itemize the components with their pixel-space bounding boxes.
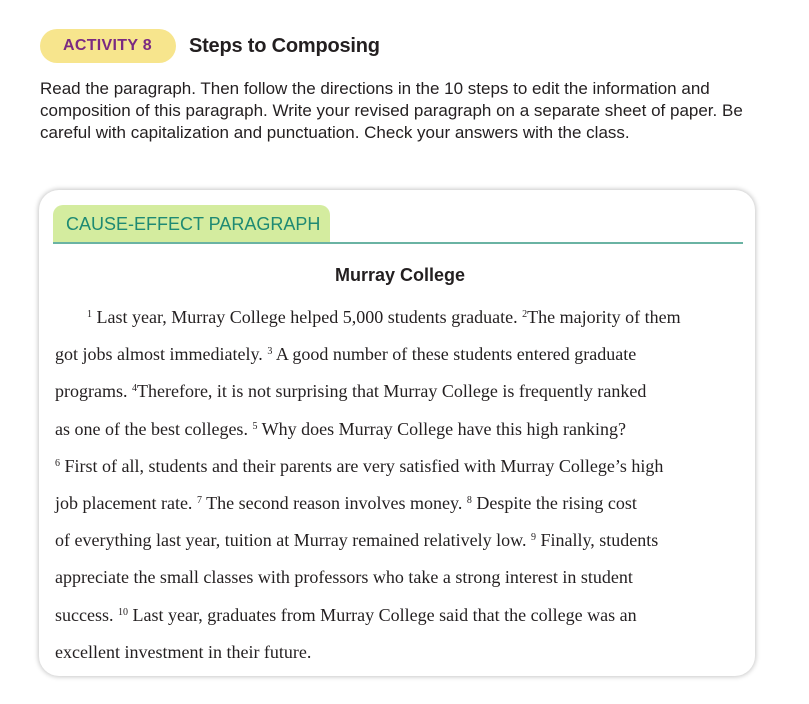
instructions-text: Read the paragraph. Then follow the dire… <box>40 79 743 142</box>
paragraph-line: programs. 4Therefore, it is not surprisi… <box>55 373 681 410</box>
sentence-text: appreciate the small classes with profes… <box>55 567 633 588</box>
paragraph-line: of everything last year, tuition at Murr… <box>55 522 681 559</box>
paragraph-line: 6 First of all, students and their paren… <box>55 448 681 485</box>
sentence-text: Last year, Murray College helped 5,000 s… <box>92 307 523 327</box>
sentence-text: A good number of these students entered … <box>272 344 637 365</box>
paragraph-line: appreciate the small classes with profes… <box>55 559 681 596</box>
sentence-text: Therefore, it is not surprising that Mur… <box>136 381 647 402</box>
paragraph-line: 1 Last year, Murray College helped 5,000… <box>55 299 681 336</box>
sentence-text: excellent investment in their future. <box>55 641 312 662</box>
paragraph-line: excellent investment in their future. <box>55 634 681 671</box>
activity-header: ACTIVITY 8 Steps to Composing <box>40 29 380 63</box>
sentence-text: Finally, students <box>535 530 659 551</box>
sentence-text: programs. <box>55 381 132 402</box>
paragraph-body: 1 Last year, Murray College helped 5,000… <box>55 299 681 671</box>
activity-badge: ACTIVITY 8 <box>40 29 176 63</box>
sentence-text: as one of the best colleges. <box>55 418 253 439</box>
sentence-text: Despite the rising cost <box>471 492 637 513</box>
sentence-text: job placement rate. <box>55 492 197 513</box>
sentence-text: The majority of them <box>527 307 681 327</box>
sentence-text: of everything last year, tuition at Murr… <box>55 530 531 551</box>
sentence-text: The second reason involves money. <box>201 492 467 513</box>
paragraph-line: job placement rate. 7 The second reason … <box>55 485 681 522</box>
sentence-text: Last year, graduates from Murray College… <box>127 604 637 625</box>
activity-title: Steps to Composing <box>188 34 380 57</box>
sentence-text: got jobs almost immediately. <box>55 344 268 365</box>
paragraph-line: got jobs almost immediately. 3 A good nu… <box>55 336 681 373</box>
sentence-text: success. <box>55 604 118 625</box>
sentence-number: 10 <box>117 606 128 618</box>
card-divider <box>53 242 743 244</box>
sentence-text: Why does Murray College have this high r… <box>257 418 627 439</box>
paragraph-title: Murray College <box>334 265 466 285</box>
paragraph-card: CAUSE-EFFECT PARAGRAPH Murray College 1 … <box>39 190 755 676</box>
paragraph-line: as one of the best colleges. 5 Why does … <box>55 411 681 448</box>
paragraph-line: success. 10 Last year, graduates from Mu… <box>55 597 681 634</box>
card-tab-label: CAUSE-EFFECT PARAGRAPH <box>53 205 331 243</box>
sentence-text: First of all, students and their parents… <box>60 455 664 476</box>
